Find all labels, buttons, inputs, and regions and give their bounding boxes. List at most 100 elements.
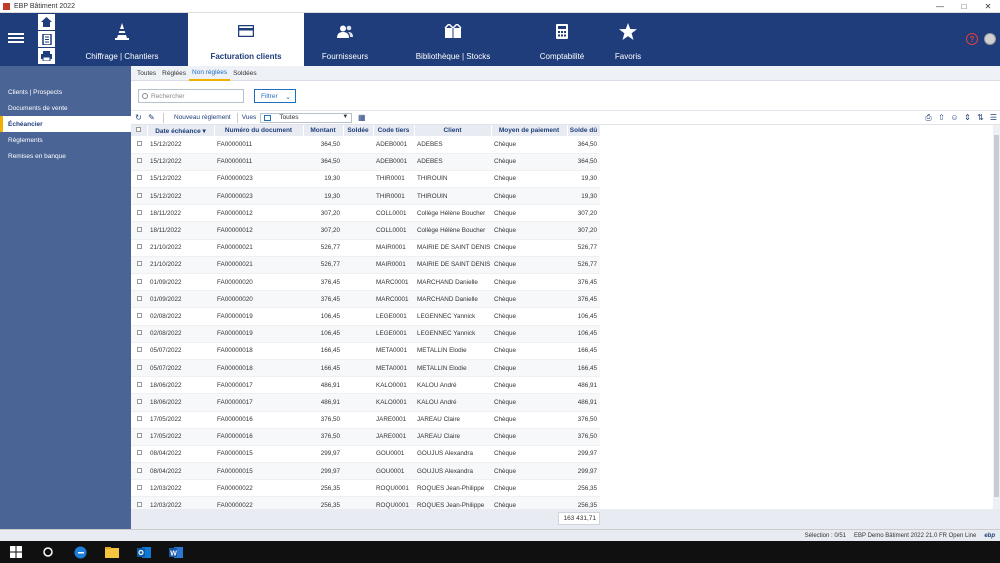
col-code-tiers[interactable]: Code tiers xyxy=(373,125,415,136)
hamburger-menu-icon[interactable] xyxy=(8,31,24,45)
row-checkbox[interactable] xyxy=(131,170,147,189)
table-row[interactable]: 21/10/2022 FA00000021 526,77 MAIR0001 MAIRIE… xyxy=(131,256,600,275)
row-checkbox[interactable] xyxy=(131,376,147,395)
col-document[interactable]: Numéro du document xyxy=(214,125,304,136)
sidebar-item-reglements[interactable]: Règlements xyxy=(0,132,131,148)
table-row[interactable]: 18/06/2022 FA00000017 486,91 KALO0001 KALOU … xyxy=(131,393,600,412)
row-checkbox[interactable] xyxy=(131,325,147,343)
row-checkbox[interactable] xyxy=(131,342,147,360)
table-row[interactable]: 08/04/2022 FA00000015 299,97 GOU0001 GOUJUS … xyxy=(131,445,600,464)
options-icon[interactable] xyxy=(984,33,996,45)
table-row[interactable]: 18/06/2022 FA00000017 486,91 KALO0001 KALOU … xyxy=(131,376,600,395)
close-icon[interactable]: ✕ xyxy=(976,0,1000,13)
col-soldee[interactable]: Soldée xyxy=(343,125,374,136)
windows-start-icon[interactable] xyxy=(0,541,32,563)
tab-facturation[interactable]: Facturation clients xyxy=(188,13,304,66)
user-icon[interactable]: ☺ xyxy=(948,112,961,123)
row-checkbox[interactable] xyxy=(131,428,147,446)
document-icon[interactable] xyxy=(38,31,55,47)
row-checkbox[interactable] xyxy=(131,290,147,309)
tab-bibliotheque[interactable]: Bibliothèque | Stocks xyxy=(398,13,508,66)
col-solde[interactable]: Solde dû xyxy=(567,125,601,136)
table-row[interactable]: 15/12/2022 FA00000023 19,30 THIR0001 THIROUI… xyxy=(131,187,600,206)
sidebar-item-echeancier[interactable]: Échéancier xyxy=(0,116,131,132)
table-row[interactable]: 18/11/2022 FA00000012 307,20 COLL0001 Collèg… xyxy=(131,204,600,223)
table-row[interactable]: 15/12/2022 FA00000011 364,50 ADEB0001 ADEBES… xyxy=(131,153,600,171)
table-row[interactable]: 12/03/2022 FA00000022 256,35 ROQU0001 ROQUES… xyxy=(131,479,600,498)
sidebar-item-remises[interactable]: Remises en banque xyxy=(0,148,131,164)
maximize-icon[interactable]: □ xyxy=(952,0,976,13)
table-row[interactable]: 21/10/2022 FA00000021 526,77 MAIR0001 MAIRIE… xyxy=(131,239,600,257)
row-checkbox[interactable] xyxy=(131,411,147,429)
row-checkbox[interactable] xyxy=(131,393,147,412)
row-checkbox[interactable] xyxy=(131,204,147,223)
row-checkbox[interactable] xyxy=(131,256,147,275)
row-checkbox[interactable] xyxy=(131,496,147,509)
table-row[interactable]: 02/08/2022 FA00000019 106,45 LEGE0001 LEGENN… xyxy=(131,307,600,326)
table-cell xyxy=(343,411,373,429)
minimize-icon[interactable]: — xyxy=(928,0,952,13)
print-icon[interactable] xyxy=(38,48,55,64)
scrollbar-thumb[interactable] xyxy=(994,135,999,497)
table-row[interactable]: 01/09/2022 FA00000020 376,45 MARC0001 MARCHA… xyxy=(131,290,600,309)
select-all-checkbox[interactable] xyxy=(131,125,148,136)
word-icon[interactable]: W xyxy=(160,541,192,563)
list-icon[interactable]: ☰ xyxy=(987,112,1000,123)
filter-tab-soldees[interactable]: Soldées xyxy=(230,66,260,81)
file-explorer-icon[interactable] xyxy=(96,541,128,563)
row-checkbox[interactable] xyxy=(131,136,147,154)
col-montant[interactable]: Montant xyxy=(303,125,344,136)
help-icon[interactable]: ? xyxy=(966,33,978,45)
table-row[interactable]: 05/07/2022 FA00000018 166,45 META0001 METALL… xyxy=(131,342,600,360)
refresh-icon[interactable]: ↻ xyxy=(133,112,144,123)
columns-icon[interactable]: ▦ xyxy=(356,112,367,123)
table-cell: 15/12/2022 xyxy=(147,136,214,154)
table-row[interactable]: 01/09/2022 FA00000020 376,45 MARC0001 MARCHA… xyxy=(131,273,600,292)
row-checkbox[interactable] xyxy=(131,445,147,464)
row-checkbox[interactable] xyxy=(131,187,147,206)
row-checkbox[interactable] xyxy=(131,479,147,498)
print-icon[interactable]: ⎙ xyxy=(922,112,935,123)
table-row[interactable]: 02/08/2022 FA00000019 106,45 LEGE0001 LEGENN… xyxy=(131,325,600,343)
table-row[interactable]: 05/07/2022 FA00000018 166,45 META0001 METALL… xyxy=(131,359,600,378)
search-input[interactable]: Rechercher xyxy=(138,89,244,103)
sidebar-item-clients[interactable]: Clients | Prospects xyxy=(0,84,131,100)
table-row[interactable]: 12/03/2022 FA00000022 256,35 ROQU0001 ROQUES… xyxy=(131,496,600,509)
edge-icon[interactable] xyxy=(64,541,96,563)
row-checkbox[interactable] xyxy=(131,359,147,378)
table-row[interactable]: 08/04/2022 FA00000015 299,97 GOU0001 GOUJUS … xyxy=(131,462,600,481)
row-checkbox[interactable] xyxy=(131,239,147,257)
sort-icon[interactable]: ⇕ xyxy=(961,112,974,123)
table-row[interactable]: 15/12/2022 FA00000011 364,50 ADEB0001 ADEBES… xyxy=(131,136,600,154)
export-icon[interactable]: ⇧ xyxy=(935,112,948,123)
filter-tab-toutes[interactable]: Toutes xyxy=(134,66,159,81)
filter-tab-reglees[interactable]: Réglées xyxy=(159,66,189,81)
table-row[interactable]: 18/11/2022 FA00000012 307,20 COLL0001 Collèg… xyxy=(131,221,600,240)
search-circle-icon[interactable] xyxy=(32,541,64,563)
row-checkbox[interactable] xyxy=(131,273,147,292)
home-icon[interactable] xyxy=(38,14,55,30)
col-date[interactable]: Date échéance ▾ xyxy=(147,125,215,136)
table-row[interactable]: 17/05/2022 FA00000016 376,50 JARE0001 JAREAU… xyxy=(131,428,600,446)
views-select[interactable]: Toutes ▼ xyxy=(260,112,353,123)
col-moyen[interactable]: Moyen de paiement xyxy=(491,125,568,136)
main-content: Toutes Réglées Non réglées Soldées Reche… xyxy=(131,66,1000,529)
table-row[interactable]: 17/05/2022 FA00000016 376,50 JARE0001 JAREAU… xyxy=(131,411,600,429)
filter-dropdown[interactable]: Filtrer ⌄ xyxy=(254,89,296,103)
row-checkbox[interactable] xyxy=(131,307,147,326)
vertical-scrollbar[interactable] xyxy=(993,125,1000,509)
col-client[interactable]: Client xyxy=(414,125,492,136)
new-payment-button[interactable]: Nouveau règlement xyxy=(174,114,231,121)
edit-icon[interactable]: ✎ xyxy=(146,112,157,123)
filter-tab-non-reglees[interactable]: Non réglées xyxy=(189,66,231,81)
tab-chiffrage[interactable]: Chiffrage | Chantiers xyxy=(67,13,177,66)
outlook-icon[interactable] xyxy=(128,541,160,563)
collapse-icon[interactable]: ⇅ xyxy=(974,112,987,123)
tab-fournisseurs[interactable]: Fournisseurs xyxy=(290,13,400,66)
row-checkbox[interactable] xyxy=(131,221,147,240)
row-checkbox[interactable] xyxy=(131,462,147,481)
tab-favoris[interactable]: Favoris xyxy=(573,13,683,66)
table-row[interactable]: 15/12/2022 FA00000023 19,30 THIR0001 THIROUI… xyxy=(131,170,600,189)
row-checkbox[interactable] xyxy=(131,153,147,171)
sidebar-item-documents[interactable]: Documents de vente xyxy=(0,100,131,116)
